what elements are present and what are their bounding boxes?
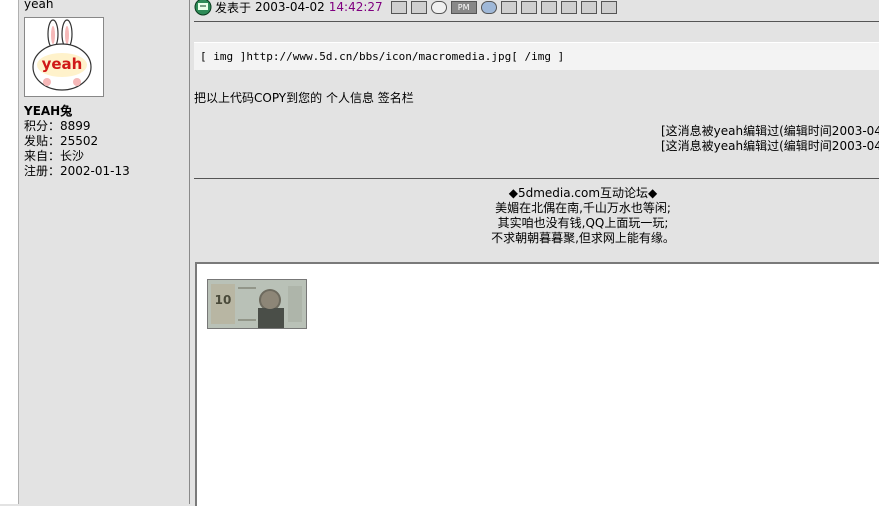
posted-label: 发表于 xyxy=(215,0,252,15)
signature-image-frame: 10 xyxy=(195,262,879,506)
banknote-image: 10 xyxy=(207,279,307,329)
post-toolbar: 发表于 2003-04-02 14:42:27 PM xyxy=(194,0,617,16)
signature-line: 美媚在北偶在南,千山万水也等闲; xyxy=(495,201,671,215)
post-date: 2003-04-02 xyxy=(255,0,325,14)
edit-icon[interactable] xyxy=(500,0,517,14)
print-icon[interactable] xyxy=(580,0,597,14)
signature-line: 不求朝朝暮暮聚,但求网上能有缘。 xyxy=(491,231,675,245)
user-register-date: 注册：2002-01-13 xyxy=(24,164,130,178)
quote-icon[interactable] xyxy=(520,0,537,14)
user-info-column: yeah yeah YEAH兔 积分：8899 发贴：25502 来自：长沙 注… xyxy=(18,0,190,504)
post-text-line: 把以上代码COPY到您的 个人信息 签名栏 xyxy=(194,91,414,105)
rabbit-avatar-icon: yeah xyxy=(25,18,103,96)
svg-text:yeah: yeah xyxy=(42,55,83,73)
signature: ◆5dmedia.com互动论坛◆ 美媚在北偶在南,千山万水也等闲; 其实咱也没… xyxy=(368,186,798,246)
pm-icon[interactable]: PM xyxy=(450,0,477,14)
signature-line: ◆5dmedia.com互动论坛◆ xyxy=(508,186,658,200)
profile-icon[interactable] xyxy=(390,0,407,14)
post-body: 发表于 2003-04-02 14:42:27 PM [ img ]http:/… xyxy=(190,0,879,506)
report-icon[interactable] xyxy=(560,0,577,14)
email-icon[interactable] xyxy=(410,0,427,14)
signature-divider xyxy=(194,178,879,179)
qq-icon[interactable] xyxy=(430,0,447,14)
ip-icon[interactable] xyxy=(540,0,557,14)
signature-line: 其实咱也没有钱,QQ上面玩一玩; xyxy=(497,216,669,230)
post-time: 14:42:27 xyxy=(328,0,383,14)
svg-text:10: 10 xyxy=(215,293,232,307)
search-icon[interactable] xyxy=(480,0,497,14)
edit-note: [这消息被yeah编辑过(编辑时间2003-04- xyxy=(661,139,879,153)
avatar[interactable]: yeah xyxy=(24,17,104,97)
code-block: [ img ]http://www.5d.cn/bbs/icon/macrome… xyxy=(194,42,879,70)
username-top: yeah xyxy=(24,0,54,11)
post-status-icon xyxy=(194,0,212,16)
post-divider-top xyxy=(194,21,879,22)
left-margin-strip xyxy=(0,0,18,504)
delete-icon[interactable] xyxy=(600,0,617,14)
